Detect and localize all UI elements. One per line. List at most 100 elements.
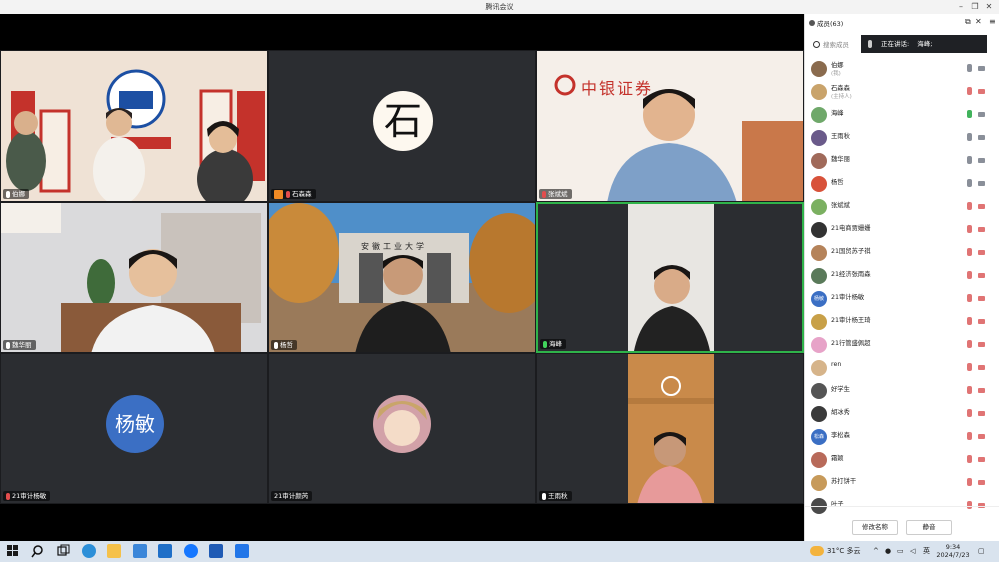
member-row[interactable]: 杨敏 21审计杨敏: [805, 288, 999, 311]
member-row[interactable]: 21电商贾姗姗: [805, 219, 999, 242]
member-camera-icon[interactable]: [978, 480, 985, 485]
member-row[interactable]: 21经济张雨森: [805, 265, 999, 288]
member-camera-icon[interactable]: [978, 342, 985, 347]
member-camera-icon[interactable]: [978, 434, 985, 439]
member-row[interactable]: 海峰: [805, 104, 999, 127]
weather-text[interactable]: 31°C 多云: [827, 541, 861, 562]
popout-icon[interactable]: ⧉: [965, 17, 971, 27]
member-camera-icon[interactable]: [978, 135, 985, 140]
member-mic-icon[interactable]: [967, 248, 972, 256]
app-icon[interactable]: [184, 544, 198, 558]
member-mic-icon[interactable]: [967, 225, 972, 233]
mic-icon: [868, 40, 872, 48]
volume-icon[interactable]: ◁: [910, 541, 915, 562]
member-camera-icon[interactable]: [978, 227, 985, 232]
tencent-meeting-icon[interactable]: [235, 544, 249, 558]
member-camera-icon[interactable]: [978, 250, 985, 255]
member-mic-icon[interactable]: [967, 202, 972, 210]
member-row[interactable]: 魏华丽: [805, 150, 999, 173]
member-camera-icon[interactable]: [978, 112, 985, 117]
video-tile-5[interactable]: 安徽工业大学 杨哲: [268, 202, 536, 353]
member-mic-icon[interactable]: [967, 64, 972, 72]
member-row[interactable]: 21行管盛佩超: [805, 334, 999, 357]
member-camera-icon[interactable]: [978, 411, 985, 416]
member-row[interactable]: 好学生: [805, 380, 999, 403]
member-role: (主持人): [831, 94, 852, 100]
member-mic-icon[interactable]: [967, 432, 972, 440]
edge-browser-icon[interactable]: [82, 544, 96, 558]
tray-chevron-icon[interactable]: ^: [873, 541, 879, 562]
member-row[interactable]: ren: [805, 357, 999, 380]
member-camera-icon[interactable]: [978, 319, 985, 324]
member-mic-icon[interactable]: [967, 478, 972, 486]
member-row[interactable]: 伯娜 (我): [805, 58, 999, 81]
member-mic-icon[interactable]: [967, 363, 972, 371]
member-row[interactable]: 21国贸苏子祺: [805, 242, 999, 265]
close-icon[interactable]: ✕: [982, 1, 996, 13]
member-mic-icon[interactable]: [967, 156, 972, 164]
member-camera-icon[interactable]: [978, 457, 985, 462]
member-row[interactable]: 霜颖: [805, 449, 999, 472]
task-view-icon[interactable]: [56, 544, 70, 558]
video-tile-8[interactable]: 21审计颜芮: [268, 353, 536, 504]
member-mic-icon[interactable]: [967, 271, 972, 279]
microphone-icon[interactable]: ●: [885, 541, 891, 562]
video-tile-2[interactable]: 石 石森森: [268, 50, 536, 202]
mute-all-button[interactable]: 静音: [906, 520, 952, 535]
member-mic-icon[interactable]: [967, 294, 972, 302]
member-row[interactable]: 苏打饼干: [805, 472, 999, 495]
video-tile-6[interactable]: 海峰: [536, 202, 804, 353]
member-camera-icon[interactable]: [978, 365, 985, 370]
video-tile-9[interactable]: 王雨秋: [536, 353, 804, 504]
member-camera-icon[interactable]: [978, 388, 985, 393]
video-tile-1[interactable]: 伯娜: [0, 50, 268, 202]
mic-muted-icon: [286, 190, 290, 198]
windows-start-icon[interactable]: [6, 544, 20, 558]
member-mic-icon[interactable]: [967, 133, 972, 141]
notification-icon[interactable]: ▢: [978, 541, 985, 562]
file-explorer-icon[interactable]: [107, 544, 121, 558]
member-row[interactable]: 胡冰秀: [805, 403, 999, 426]
member-mic-icon[interactable]: [967, 317, 972, 325]
member-camera-icon[interactable]: [978, 204, 985, 209]
close-panel-icon[interactable]: ✕: [975, 17, 982, 26]
video-tile-4[interactable]: 魏华丽: [0, 202, 268, 353]
member-camera-icon[interactable]: [978, 89, 985, 94]
member-avatar: [811, 107, 827, 123]
mail-icon[interactable]: [158, 544, 172, 558]
restore-icon[interactable]: ❐: [968, 1, 982, 13]
member-row[interactable]: 石森森 (主持人): [805, 81, 999, 104]
member-mic-icon[interactable]: [967, 87, 972, 95]
member-avatar: [811, 153, 827, 169]
member-mic-icon[interactable]: [967, 340, 972, 348]
system-clock[interactable]: 9:34 2024/7/23: [930, 543, 976, 559]
member-row[interactable]: 杨哲: [805, 173, 999, 196]
store-icon[interactable]: [133, 544, 147, 558]
minimize-icon[interactable]: –: [954, 1, 968, 13]
member-mic-icon[interactable]: [967, 179, 972, 187]
participant-label-2: 石森森: [271, 189, 316, 199]
member-camera-icon[interactable]: [978, 273, 985, 278]
network-icon[interactable]: ▭: [897, 541, 904, 562]
member-mic-icon[interactable]: [967, 409, 972, 417]
member-camera-icon[interactable]: [978, 66, 985, 71]
video-tile-3[interactable]: 中银证券 张斌斌: [536, 50, 804, 202]
input-method-indicator[interactable]: 英: [923, 541, 930, 562]
participant-avatar-7: 杨敏: [106, 395, 164, 453]
search-icon[interactable]: [31, 544, 45, 558]
search-members-input[interactable]: 搜索成员: [813, 38, 859, 52]
member-mic-icon[interactable]: [967, 110, 972, 118]
member-camera-icon[interactable]: [978, 296, 985, 301]
rename-button[interactable]: 修改名称: [852, 520, 898, 535]
word-icon[interactable]: [209, 544, 223, 558]
menu-icon[interactable]: ≡: [989, 17, 996, 26]
member-camera-icon[interactable]: [978, 181, 985, 186]
video-tile-7[interactable]: 杨敏 21审计杨敏: [0, 353, 268, 504]
member-row[interactable]: 王雨秋: [805, 127, 999, 150]
member-row[interactable]: 21审计杨王琦: [805, 311, 999, 334]
member-row[interactable]: 张斌斌: [805, 196, 999, 219]
member-row[interactable]: 松森 李松森: [805, 426, 999, 449]
member-mic-icon[interactable]: [967, 455, 972, 463]
member-camera-icon[interactable]: [978, 158, 985, 163]
member-mic-icon[interactable]: [967, 386, 972, 394]
